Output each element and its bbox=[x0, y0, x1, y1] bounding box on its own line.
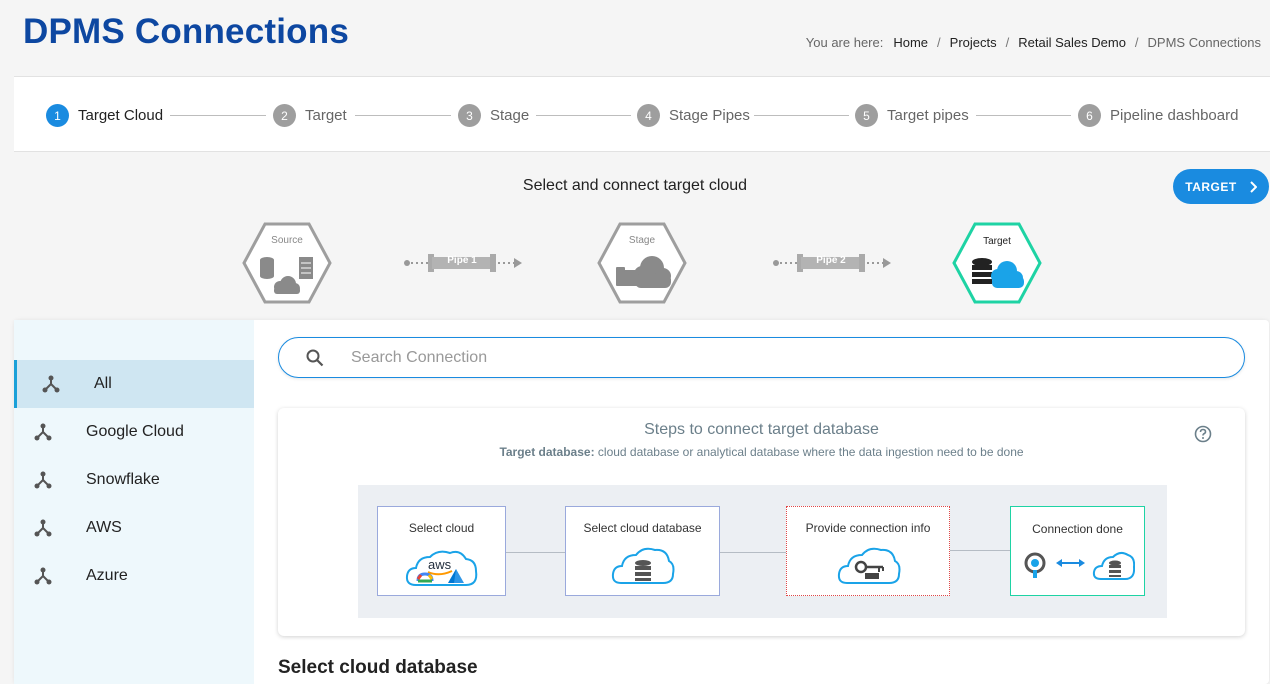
steps-card: Steps to connect target database Target … bbox=[278, 408, 1245, 636]
step-label: Stage bbox=[490, 107, 530, 124]
pipe-1: Pipe 1 bbox=[402, 252, 526, 274]
sidebar-item-label: AWS bbox=[86, 519, 122, 536]
flow-step-connection-info: Provide connection info bbox=[786, 506, 950, 596]
sidebar-item-label: Azure bbox=[86, 567, 128, 584]
step-label: Target pipes bbox=[887, 107, 969, 124]
aws-logo-text: aws bbox=[428, 557, 452, 572]
step-pipeline-dashboard[interactable]: 6 Pipeline dashboard bbox=[1078, 104, 1238, 127]
connections-panel: All Google Cloud Snowflake AWS Azure Sea… bbox=[14, 320, 1269, 684]
step-label: Target Cloud bbox=[78, 107, 164, 124]
step-label: Target bbox=[305, 107, 347, 124]
step-stage-pipes[interactable]: 4 Stage Pipes bbox=[637, 104, 750, 127]
steps-subtitle: Target database: cloud database or analy… bbox=[278, 445, 1245, 459]
step-connector bbox=[754, 115, 849, 116]
search-icon bbox=[306, 349, 324, 367]
sidebar-item-all[interactable]: All bbox=[14, 360, 254, 408]
cloud-filter-sidebar: All Google Cloud Snowflake AWS Azure bbox=[14, 320, 254, 684]
hexagon-shape bbox=[952, 222, 1042, 304]
search-input[interactable] bbox=[351, 347, 1211, 369]
next-target-button[interactable]: TARGET bbox=[1173, 169, 1269, 204]
steps-subtitle-bold: Target database: bbox=[499, 445, 595, 459]
breadcrumb-project-link[interactable]: Retail Sales Demo bbox=[1018, 35, 1126, 50]
flow-step-label: Connection done bbox=[1032, 522, 1123, 536]
server-icon bbox=[299, 257, 313, 279]
breadcrumb-home-link[interactable]: Home bbox=[893, 35, 928, 50]
flow-arrow bbox=[506, 552, 565, 553]
database-icon bbox=[260, 257, 274, 279]
breadcrumb-current: DPMS Connections bbox=[1147, 35, 1261, 50]
sidebar-item-aws[interactable]: AWS bbox=[14, 504, 254, 552]
select-cloud-database-heading: Select cloud database bbox=[278, 657, 478, 678]
breadcrumb-separator: / bbox=[1134, 35, 1139, 50]
step-target-pipes[interactable]: 5 Target pipes bbox=[855, 104, 969, 127]
step-connector bbox=[355, 115, 451, 116]
chevron-right-icon bbox=[1250, 180, 1257, 193]
step-stage[interactable]: 3 Stage bbox=[458, 104, 529, 127]
source-node: Source bbox=[242, 222, 332, 304]
sidebar-item-label: All bbox=[94, 375, 112, 392]
sidebar-item-azure[interactable]: Azure bbox=[14, 552, 254, 600]
pipe-2-label: Pipe 2 bbox=[816, 255, 846, 266]
step-connector bbox=[976, 115, 1071, 116]
wizard-stepper: 1 Target Cloud 2 Target 3 Stage 4 Stage … bbox=[14, 76, 1270, 152]
flow-step-label: Select cloud bbox=[408, 521, 475, 535]
sidebar-item-snowflake[interactable]: Snowflake bbox=[14, 456, 254, 504]
help-icon[interactable] bbox=[1194, 425, 1212, 443]
step-target-cloud[interactable]: 1 Target Cloud bbox=[46, 104, 163, 127]
step-target[interactable]: 2 Target bbox=[273, 104, 347, 127]
page-header: DPMS Connections You are here: Home / Pr… bbox=[0, 0, 1270, 76]
step-number: 5 bbox=[855, 104, 878, 127]
breadcrumb-lead: You are here: bbox=[805, 35, 884, 50]
source-label: Source bbox=[271, 235, 303, 246]
pipe-2: Pipe 2 bbox=[771, 252, 895, 274]
breadcrumb-separator: / bbox=[1005, 35, 1010, 50]
flow-step-label: Select cloud database bbox=[583, 521, 702, 535]
steps-subtitle-text: cloud database or analytical database wh… bbox=[594, 445, 1024, 459]
stage-label: Stage bbox=[628, 235, 656, 246]
search-box[interactable] bbox=[278, 337, 1245, 378]
flow-arrow bbox=[950, 550, 1010, 551]
cloud-database-icon bbox=[611, 547, 675, 584]
connection-node-icon bbox=[34, 471, 52, 489]
flow-step-select-database: Select cloud database bbox=[565, 506, 720, 596]
page: DPMS Connections You are here: Home / Pr… bbox=[0, 0, 1270, 684]
flow-step-label: Provide connection info bbox=[805, 521, 931, 535]
section-title: Select and connect target cloud bbox=[522, 177, 748, 194]
next-target-button-label: TARGET bbox=[1185, 179, 1237, 194]
step-label: Stage Pipes bbox=[669, 107, 750, 124]
target-label: Target bbox=[983, 236, 1011, 247]
step-connector bbox=[536, 115, 631, 116]
connection-node-icon bbox=[42, 375, 60, 393]
target-node: Target bbox=[952, 222, 1042, 304]
breadcrumb-separator: / bbox=[937, 35, 941, 50]
step-number: 3 bbox=[458, 104, 481, 127]
step-number: 4 bbox=[637, 104, 660, 127]
cloud-providers-icon: aws bbox=[405, 550, 478, 586]
sidebar-item-label: Google Cloud bbox=[86, 423, 184, 440]
flow-arrow bbox=[720, 552, 786, 553]
stage-node: Stage bbox=[597, 222, 687, 304]
connection-steps-flow: Select cloud aws Select cloud database P… bbox=[358, 485, 1167, 618]
flow-step-connection-done: Connection done bbox=[1010, 506, 1145, 596]
connection-node-icon bbox=[34, 567, 52, 585]
step-number: 6 bbox=[1078, 104, 1101, 127]
connection-done-icon bbox=[1024, 551, 1135, 580]
cloud-key-icon bbox=[837, 547, 901, 584]
step-label: Pipeline dashboard bbox=[1110, 107, 1239, 124]
step-number: 2 bbox=[273, 104, 296, 127]
step-number: 1 bbox=[46, 104, 69, 127]
breadcrumb: You are here: Home / Projects / Retail S… bbox=[806, 35, 1261, 50]
pipe-1-label: Pipe 1 bbox=[447, 255, 477, 266]
sidebar-item-label: Snowflake bbox=[86, 471, 160, 488]
connection-node-icon bbox=[34, 519, 52, 537]
connection-node-icon bbox=[34, 423, 52, 441]
flow-step-select-cloud: Select cloud aws bbox=[377, 506, 506, 596]
steps-title: Steps to connect target database bbox=[644, 421, 879, 438]
sidebar-item-google-cloud[interactable]: Google Cloud bbox=[14, 408, 254, 456]
step-connector bbox=[170, 115, 266, 116]
breadcrumb-projects-link[interactable]: Projects bbox=[950, 35, 997, 50]
page-title: DPMS Connections bbox=[23, 12, 349, 51]
